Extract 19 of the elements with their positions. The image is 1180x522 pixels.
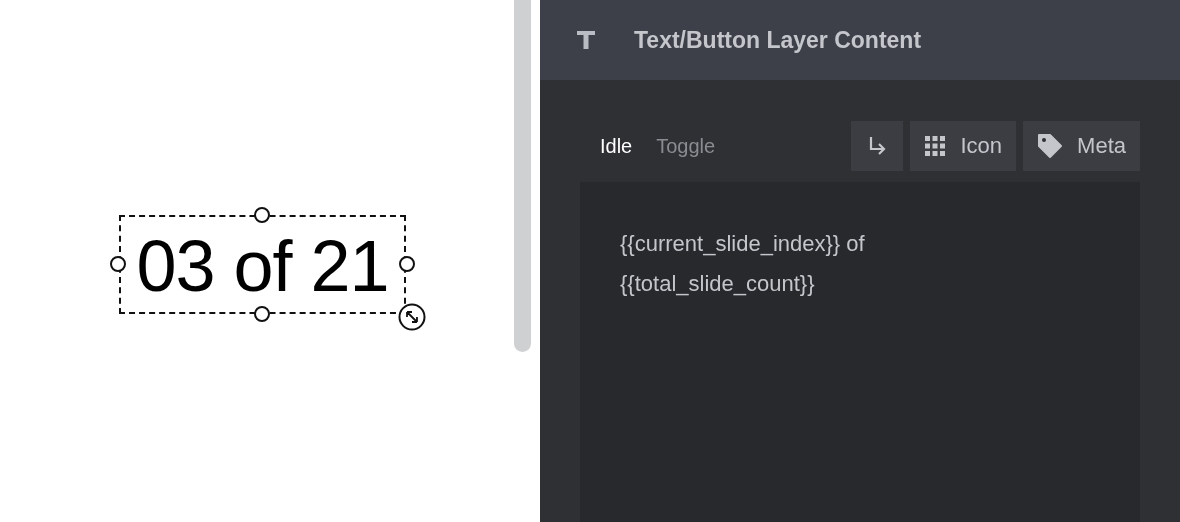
state-tab[interactable]: Toggle (648, 130, 724, 162)
resize-handle[interactable] (399, 256, 415, 272)
toolbar-button[interactable]: Icon (910, 121, 1017, 171)
content-field[interactable]: {{current_slide_index}} of {{total_slide_count}} (580, 182, 1140, 522)
text-type-icon (576, 30, 596, 50)
panel-title: Text/Button Layer Content (634, 26, 922, 54)
tag-icon (1037, 133, 1064, 159)
toolbar-button[interactable]: Meta (1023, 121, 1140, 171)
text-layer[interactable]: 03 of 21 (136, 227, 389, 302)
resize-handle[interactable] (254, 306, 270, 322)
line-break-button[interactable] (851, 121, 904, 171)
grid-icon (924, 135, 947, 157)
resize-handle[interactable] (110, 256, 126, 272)
scale-handle[interactable] (398, 303, 426, 331)
resize-handle[interactable] (254, 207, 270, 223)
content-text: {{current_slide_index}} of (620, 230, 865, 258)
state-tab[interactable]: Idle (592, 130, 641, 162)
scrollbar-thumb[interactable] (514, 0, 531, 352)
content-text: {{total_slide_count}} (620, 270, 815, 298)
